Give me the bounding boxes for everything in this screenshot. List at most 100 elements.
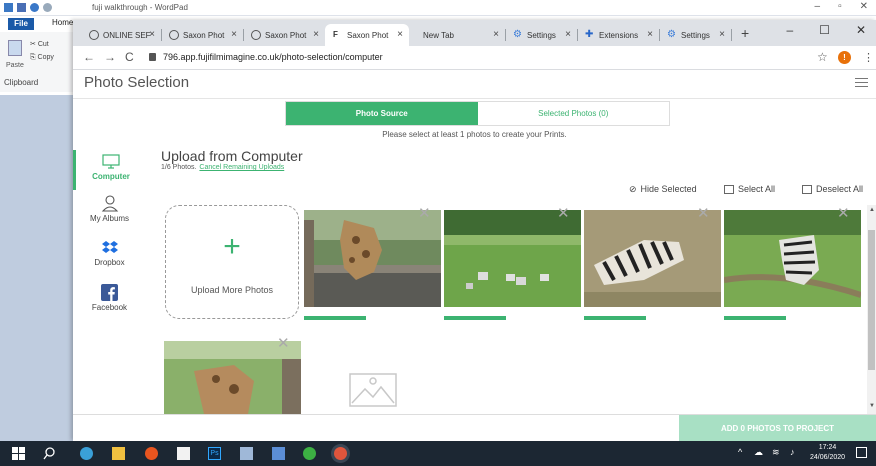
globe-icon [251, 30, 261, 40]
browser-tab[interactable]: ⚙ Settings × [505, 24, 578, 46]
chrome-icon[interactable] [334, 447, 347, 460]
plus-icon: + [223, 230, 241, 263]
hamburger-menu-icon[interactable] [855, 78, 868, 90]
minimize-icon[interactable]: – [815, 1, 821, 12]
file-explorer-icon[interactable] [112, 447, 125, 460]
photoshop-icon[interactable]: Ps [208, 447, 221, 460]
redo-icon[interactable] [43, 3, 52, 12]
tab-close-icon[interactable]: × [647, 29, 653, 40]
gear-icon: ⚙ [667, 29, 676, 40]
tab-close-icon[interactable]: × [149, 29, 155, 40]
cut-button[interactable]: ✂ Cut [30, 40, 49, 48]
source-label: My Albums [89, 214, 130, 223]
remove-photo-icon[interactable]: ✕ [418, 204, 431, 222]
add-photos-button[interactable]: ADD 0 PHOTOS TO PROJECT [679, 415, 876, 441]
tab-title: Settings [527, 30, 556, 40]
forward-arrow-icon[interactable]: → [104, 50, 116, 64]
close-icon[interactable]: ✕ [860, 1, 868, 12]
photo-thumbnail[interactable] [304, 210, 441, 307]
tab-photo-source[interactable]: Photo Source [286, 102, 478, 125]
tab-close-icon[interactable]: × [565, 29, 571, 40]
tab-close-icon[interactable]: × [493, 29, 499, 40]
tab-close-icon[interactable]: × [719, 29, 725, 40]
remove-photo-icon[interactable]: ✕ [557, 204, 570, 222]
source-facebook[interactable]: Facebook [73, 284, 146, 320]
paint-icon[interactable] [240, 447, 253, 460]
browser-tab[interactable]: ⚙ Settings × [659, 24, 732, 46]
lock-icon[interactable] [149, 53, 156, 61]
deselect-all-button[interactable]: Deselect All [802, 184, 864, 195]
upload-more-dropzone[interactable]: + Upload More Photos [165, 205, 299, 319]
tab-title: Saxon Phot [347, 30, 389, 40]
search-icon[interactable] [43, 447, 56, 460]
tab-close-icon[interactable]: × [397, 29, 403, 40]
notification-icon[interactable] [856, 447, 867, 458]
reload-icon[interactable]: C [125, 50, 134, 64]
tab-selected-photos[interactable]: Selected Photos (0) [477, 102, 669, 125]
scrollbar-thumb[interactable] [868, 230, 875, 370]
tab-close-icon[interactable]: × [313, 29, 319, 40]
scrollbar[interactable]: ▲ ▼ [867, 205, 876, 415]
cloud-icon[interactable]: ☁ [754, 447, 763, 458]
browser-tab[interactable]: ✚ Extensions × [577, 24, 660, 46]
restore-icon[interactable]: ▫ [838, 1, 842, 12]
tab-close-icon[interactable]: × [231, 29, 237, 40]
step-tabs: Photo Source Selected Photos (0) [285, 101, 670, 126]
tab-strip: ONLINE SEF × Saxon Phot × Saxon Phot × F… [73, 20, 876, 46]
chevron-up-icon[interactable]: ^ [738, 447, 742, 457]
source-computer[interactable]: Computer [73, 150, 146, 190]
upload-progress-bar [304, 316, 366, 320]
close-icon[interactable]: ✕ [856, 23, 866, 37]
address-bar[interactable]: 796.app.fujifilmimagine.co.uk/photo-sele… [163, 52, 383, 62]
system-clock[interactable]: 17:24 24/06/2020 [810, 443, 845, 463]
profile-avatar[interactable]: ! [838, 51, 851, 64]
undo-icon[interactable] [30, 3, 39, 12]
deselect-all-label: Deselect All [816, 184, 864, 194]
wordpad-home-tab[interactable]: Home [52, 18, 73, 27]
monitor-icon [102, 154, 120, 169]
firefox-icon[interactable] [145, 447, 158, 460]
wordpad-file-tab[interactable]: File [8, 18, 34, 30]
browser-tab-active[interactable]: F Saxon Phot × [325, 24, 409, 46]
photo-thumbnail[interactable] [444, 210, 581, 307]
browser-tab[interactable]: Saxon Phot × [161, 24, 244, 46]
volume-icon[interactable]: ♪ [790, 447, 795, 457]
remove-photo-icon[interactable]: ✕ [277, 334, 290, 352]
save-icon[interactable] [17, 3, 26, 12]
paste-icon[interactable] [8, 40, 22, 56]
maximize-icon[interactable]: ☐ [819, 23, 830, 37]
remove-photo-icon[interactable]: ✕ [697, 204, 710, 222]
zebra-closeup-photo [584, 210, 721, 307]
source-my-albums[interactable]: My Albums [73, 194, 146, 230]
back-arrow-icon[interactable]: ← [83, 50, 95, 64]
new-tab-icon[interactable]: + [741, 25, 749, 41]
browser-tab[interactable]: New Tab × [409, 24, 506, 46]
scroll-up-icon[interactable]: ▲ [869, 207, 875, 213]
wifi-icon[interactable]: ≋ [772, 447, 780, 458]
copy-button[interactable]: ⎘ Copy [30, 54, 54, 62]
windows-start-icon[interactable] [12, 447, 25, 460]
app-icon[interactable] [303, 447, 316, 460]
photo-thumbnail[interactable] [584, 210, 721, 307]
wordpad-taskbar-icon[interactable] [272, 447, 285, 460]
scroll-down-icon[interactable]: ▼ [869, 403, 875, 409]
upload-count: 1/6 Photos. [161, 164, 197, 171]
select-all-button[interactable]: Select All [724, 184, 775, 195]
photo-selection-page: Photo Selection Photo Source Selected Ph… [73, 70, 876, 441]
page-title: Photo Selection [84, 74, 190, 91]
edge-icon[interactable] [80, 447, 93, 460]
browser-tab[interactable]: Saxon Phot × [243, 24, 325, 46]
facebook-icon [101, 284, 118, 301]
bookmark-star-icon[interactable]: ☆ [817, 50, 828, 64]
source-dropbox[interactable]: Dropbox [73, 240, 146, 276]
browser-tab[interactable]: ONLINE SEF × [81, 24, 162, 46]
zebra-grazing-photo [724, 210, 861, 307]
hide-selected-button[interactable]: ⊘ Hide Selected [629, 184, 697, 195]
minimize-icon[interactable]: – [786, 23, 793, 37]
photo-thumbnail[interactable] [724, 210, 861, 307]
dropbox-icon [101, 241, 118, 253]
cancel-uploads-link[interactable]: Cancel Remaining Uploads [199, 164, 284, 171]
kebab-menu-icon[interactable]: ⋮ [863, 51, 874, 64]
store-icon[interactable] [177, 447, 190, 460]
remove-photo-icon[interactable]: ✕ [837, 204, 850, 222]
